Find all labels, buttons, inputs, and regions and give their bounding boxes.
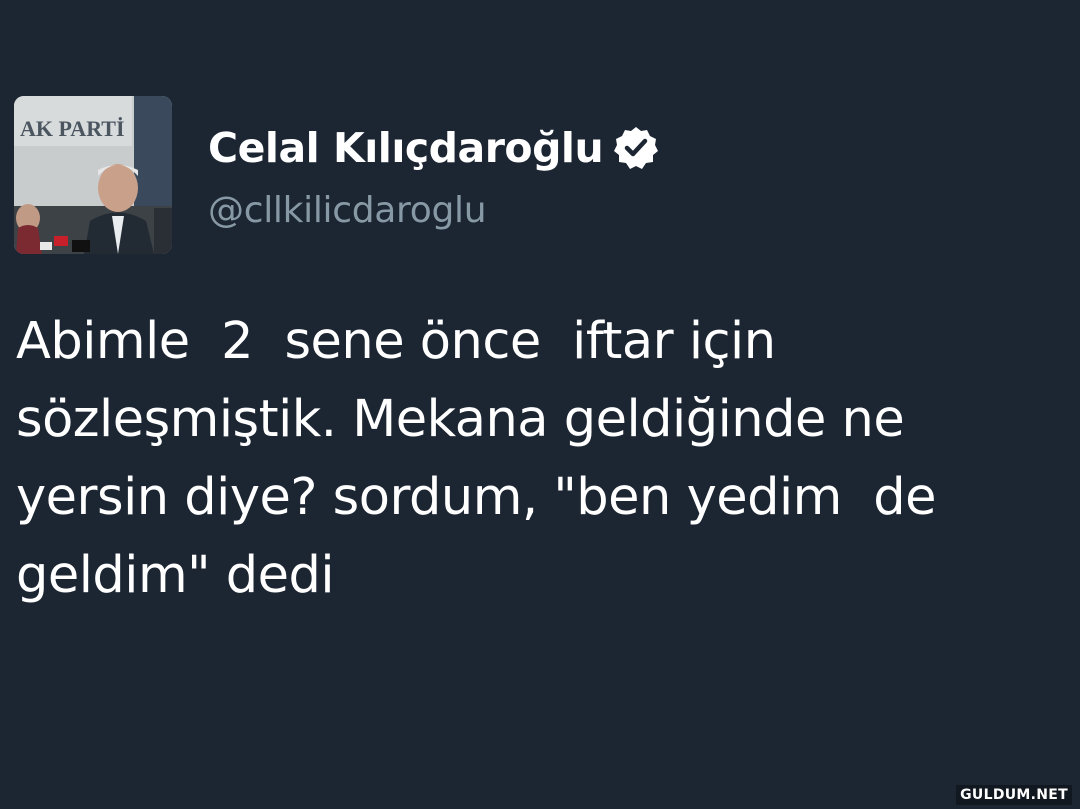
name-row: Celal Kılıçdaroğlu [208, 118, 659, 178]
tweet-card: AK PARTİ Celal Kılıçdaroğlu @cllkilicdar… [0, 0, 1080, 809]
user-handle[interactable]: @cllkilicdaroglu [208, 190, 487, 231]
tweet-text: Abimle 2 sene önce iftar için sözleşmişt… [16, 312, 937, 605]
avatar-sign-text: AK PARTİ [20, 116, 125, 141]
watermark: GULDUM.NET [956, 785, 1072, 805]
avatar-photo: AK PARTİ [14, 96, 172, 254]
verified-badge-icon [613, 125, 659, 171]
display-name[interactable]: Celal Kılıçdaroğlu [208, 124, 604, 172]
profile-avatar[interactable]: AK PARTİ [14, 96, 172, 254]
